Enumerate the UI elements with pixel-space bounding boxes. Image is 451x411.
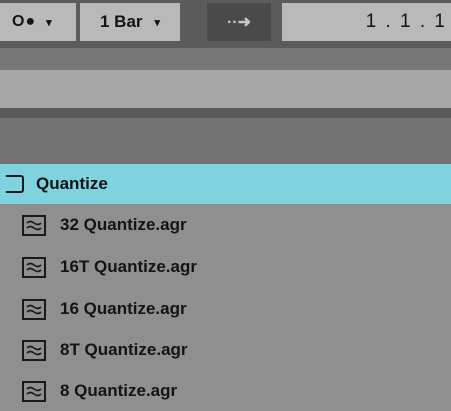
song-position-field[interactable]: 1 . 1 . 1 [282,3,451,41]
song-position-value: 1 . 1 . 1 [365,11,447,32]
groove-file-icon [22,214,46,236]
browser-folder-row[interactable]: Quantize [0,164,451,204]
browser-file-row[interactable]: 16 Quantize.agr [0,289,451,329]
file-label: 16T Quantize.agr [60,257,197,276]
transport-toolbar: O● ▾ 1 Bar ▾ ··➜ 1 . 1 . 1 [0,0,451,48]
chevron-down-icon: ▾ [154,16,161,29]
groove-file-icon [22,298,46,320]
divider-band [0,48,451,70]
groove-file-icon [22,380,46,402]
record-mode-selector[interactable]: O● ▾ [0,3,76,41]
follow-button[interactable]: ··➜ [207,3,271,41]
quantization-label: 1 Bar [100,12,143,31]
file-label: 8T Quantize.agr [60,340,188,359]
divider-band [0,108,451,118]
browser-file-row[interactable]: 16T Quantize.agr [0,247,451,287]
browser-list: Quantize 32 Quantize.agr 16T Quantize.ag… [0,164,451,402]
file-label: 32 Quantize.agr [60,215,187,234]
header-strip [0,70,451,108]
record-mode-label: O● [12,13,37,30]
file-label: 8 Quantize.agr [60,381,178,400]
browser-file-row[interactable]: 8 Quantize.agr [0,371,451,411]
groove-file-icon [22,256,46,278]
groove-file-icon [22,339,46,361]
browser-file-row[interactable]: 32 Quantize.agr [0,205,451,245]
folder-label: Quantize [36,174,108,193]
follow-arrow-icon: ··➜ [226,14,252,31]
browser-file-row[interactable]: 8T Quantize.agr [0,330,451,370]
chevron-down-icon: ▾ [46,16,53,29]
browser-header [0,118,451,164]
file-label: 16 Quantize.agr [60,299,187,318]
quantization-selector[interactable]: 1 Bar ▾ [80,3,180,41]
folder-icon [6,175,24,193]
